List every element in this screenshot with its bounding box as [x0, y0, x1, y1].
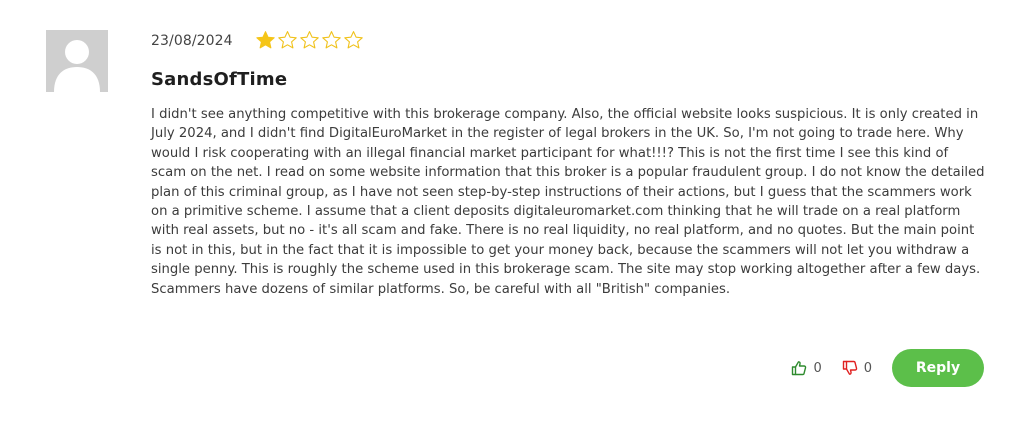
- review-actions: 0 0 Reply: [791, 349, 984, 387]
- dislike-count: 0: [863, 360, 872, 376]
- star-empty-icon: [322, 31, 341, 49]
- thumbs-down-icon: [842, 360, 857, 375]
- star-empty-icon: [278, 31, 297, 49]
- star-empty-icon: [300, 31, 319, 49]
- avatar: [46, 30, 108, 92]
- review-date: 23/08/2024: [151, 33, 233, 49]
- like-button[interactable]: 0: [791, 360, 822, 376]
- dislike-button[interactable]: 0: [842, 360, 872, 376]
- author-name: SandsOfTime: [151, 69, 288, 90]
- like-count: 0: [813, 360, 822, 376]
- star-filled-icon: [256, 31, 275, 49]
- user-silhouette-icon: [46, 30, 108, 92]
- star-empty-icon: [344, 31, 363, 49]
- thumbs-up-icon: [792, 361, 807, 376]
- star-rating: [255, 30, 364, 51]
- reply-button[interactable]: Reply: [892, 349, 984, 387]
- review-card: 23/08/2024 SandsOfTime I didn't see anyt…: [0, 0, 1024, 430]
- review-text: I didn't see anything competitive with t…: [151, 107, 985, 297]
